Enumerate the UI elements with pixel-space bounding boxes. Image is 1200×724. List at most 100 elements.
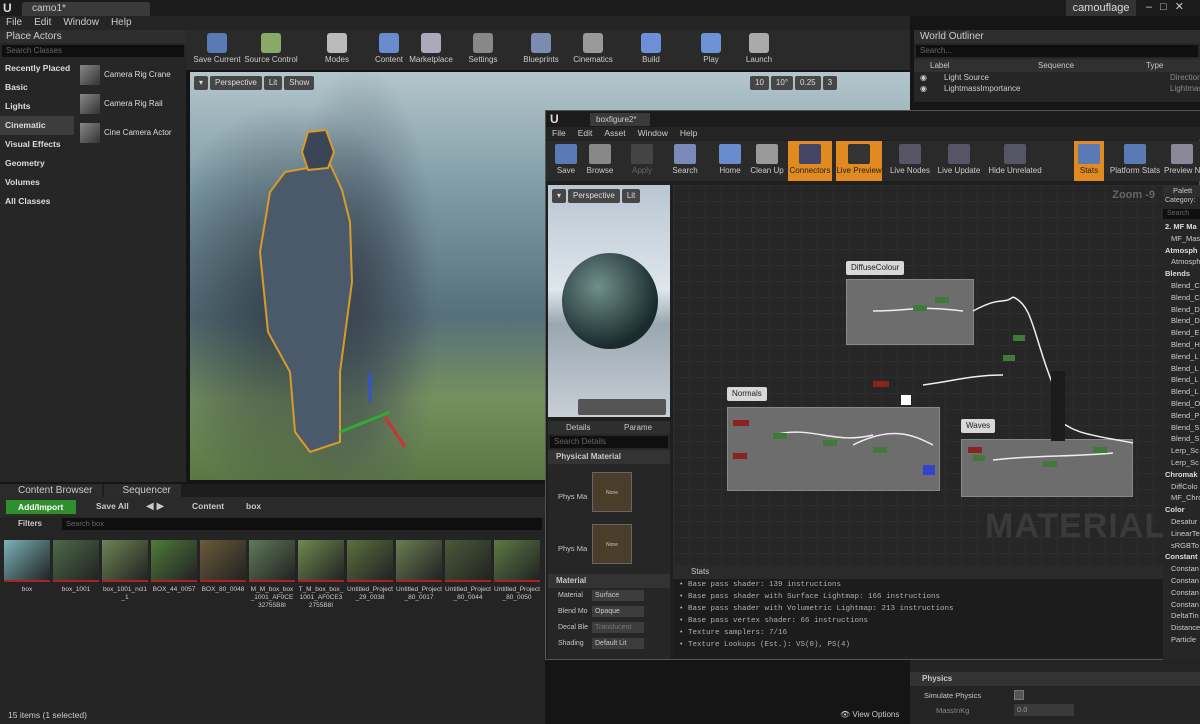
palette-item[interactable]: Atmosph [1163, 256, 1200, 268]
save-all-button[interactable]: Save All [96, 501, 129, 511]
palette-item[interactable]: Blend_C [1163, 292, 1200, 304]
filters-button[interactable]: Filters [18, 519, 42, 528]
live-nodes-button[interactable]: Live Nodes [888, 141, 932, 181]
cinematics-button[interactable]: Cinematics [566, 30, 620, 70]
palette-item[interactable]: Constan [1163, 563, 1200, 575]
preview-node-button[interactable]: Preview N [1164, 141, 1200, 181]
palette-item[interactable]: Blend_L [1163, 351, 1200, 363]
prop-shading-select[interactable]: Default Lit [592, 638, 644, 649]
palette-item[interactable]: Blend_E [1163, 327, 1200, 339]
material-preview[interactable]: ▾ Perspective Lit [548, 185, 670, 417]
live-preview-button[interactable]: Live Preview [836, 141, 882, 181]
palette-item[interactable]: Blend_P [1163, 410, 1200, 422]
palette-item[interactable]: Constan [1163, 599, 1200, 611]
col-label[interactable]: Label [930, 59, 950, 72]
category-recently-placed[interactable]: Recently Placed [0, 59, 74, 78]
eye-icon[interactable]: ◉ [920, 72, 927, 83]
palette-item[interactable]: Desatur [1163, 516, 1200, 528]
level-tab[interactable]: camo1* [22, 2, 150, 16]
actor-camera-rig-rail[interactable]: Camera Rig Rail [78, 90, 186, 118]
apply-button[interactable]: Apply [624, 141, 660, 181]
marketplace-button[interactable]: Marketplace [404, 30, 458, 70]
prop-blend-select[interactable]: Opaque [592, 606, 644, 617]
hide-unrelated-button[interactable]: Hide Unrelated [988, 141, 1042, 181]
menu-file[interactable]: File [6, 16, 22, 30]
palette-item[interactable]: DeltaTin [1163, 610, 1200, 622]
palette-item[interactable]: Blend_C [1163, 280, 1200, 292]
palette-item[interactable]: Distance [1163, 622, 1200, 634]
palette-item[interactable]: Blend_S [1163, 433, 1200, 445]
palette-item[interactable]: Blend_D [1163, 315, 1200, 327]
search-classes-input[interactable]: Search Classes [2, 45, 184, 57]
preview-lit-button[interactable]: Lit [621, 189, 641, 203]
connectors-button[interactable]: Connectors [788, 141, 832, 181]
category-volumes[interactable]: Volumes [0, 173, 74, 192]
blueprints-button[interactable]: Blueprints [514, 30, 568, 70]
simulate-physics-checkbox[interactable] [1014, 690, 1024, 700]
prop-decal-select[interactable]: Translucent [592, 622, 644, 633]
palette-category[interactable]: Blends [1163, 268, 1200, 280]
view-options-button[interactable]: 👁 View Options [840, 710, 899, 719]
section-physical-material[interactable]: Physical Material [548, 450, 670, 464]
live-update-button[interactable]: Live Update [936, 141, 982, 181]
category-visual-effects[interactable]: Visual Effects [0, 135, 74, 154]
palette-category[interactable]: Atmosph [1163, 245, 1200, 257]
editor-save-button[interactable]: Save [550, 141, 582, 181]
editor-search-button[interactable]: Search [666, 141, 704, 181]
place-actors-tab[interactable]: Place Actors [0, 30, 186, 43]
asset-tile[interactable]: BOX_80_0048 [200, 540, 246, 594]
asset-tile[interactable]: Untitled_Project_29_0038 [347, 540, 393, 602]
breadcrumb-box[interactable]: box [246, 501, 261, 511]
window-controls[interactable]: –□✕ [1140, 0, 1200, 16]
palette-search-input[interactable]: Search [1163, 209, 1200, 219]
build-button[interactable]: Build [624, 30, 678, 70]
breadcrumb-content[interactable]: Content [192, 501, 224, 511]
palette-category[interactable]: 2. MF Ma [1163, 221, 1200, 233]
col-sequence[interactable]: Sequence [1038, 59, 1074, 72]
tab-details[interactable]: Details [566, 421, 590, 434]
save-current-button[interactable]: Save Current [190, 30, 244, 70]
palette-item[interactable]: DiffColo [1163, 481, 1200, 493]
rotation-snap-value[interactable]: 10° [770, 76, 794, 90]
category-lights[interactable]: Lights [0, 97, 74, 116]
asset-tile[interactable]: Untitled_Project_80_0044 [445, 540, 491, 602]
settings-button[interactable]: Settings [456, 30, 510, 70]
palette-item[interactable]: sRGBTo [1163, 540, 1200, 552]
editor-menu-window[interactable]: Window [638, 127, 668, 140]
material-graph[interactable]: Zoom -9 DiffuseColour Normals Waves MATE… [673, 185, 1163, 565]
palette-tab[interactable]: Palett [1163, 185, 1200, 197]
outliner-row[interactable]: ◉LightmassImportanceLightmassIm [914, 83, 1200, 94]
menu-help[interactable]: Help [111, 16, 132, 30]
palette-item[interactable]: LinearTe [1163, 528, 1200, 540]
editor-menu-help[interactable]: Help [680, 127, 697, 140]
eye-icon[interactable]: ◉ [920, 83, 927, 94]
editor-menu-asset[interactable]: Asset [604, 127, 625, 140]
launch-button[interactable]: Launch [732, 30, 786, 70]
phys-mat-thumbnail[interactable]: None [592, 472, 632, 512]
show-button[interactable]: Show [284, 76, 315, 90]
palette-item[interactable]: MF_Mas [1163, 233, 1200, 245]
editor-menu-edit[interactable]: Edit [578, 127, 593, 140]
palette-item[interactable]: Blend_S [1163, 422, 1200, 434]
mass-input[interactable]: 0.0 [1014, 704, 1074, 716]
category-geometry[interactable]: Geometry [0, 154, 74, 173]
tab-sequencer[interactable]: Sequencer [104, 484, 181, 497]
actor-cine-camera[interactable]: Cine Camera Actor [78, 119, 186, 147]
camera-speed-value[interactable]: 3 [822, 76, 838, 90]
palette-category[interactable]: Color [1163, 504, 1200, 516]
asset-tile[interactable]: Untitled_Project_80_0050 [494, 540, 540, 602]
palette-item[interactable]: Blend_L [1163, 386, 1200, 398]
outliner-row[interactable]: ◉Light SourceDirectionalLi [914, 72, 1200, 83]
tab-content-browser[interactable]: Content Browser [0, 484, 103, 497]
category-basic[interactable]: Basic [0, 78, 74, 97]
asset-tile[interactable]: BOX_44_0057 [151, 540, 197, 594]
category-cinematic[interactable]: Cinematic [0, 116, 74, 135]
asset-tile[interactable]: M_M_box_box_1001_AF0CE32755B8I [249, 540, 295, 610]
stats-button[interactable]: Stats [1074, 141, 1104, 181]
category-all-classes[interactable]: All Classes [0, 192, 74, 211]
palette-item[interactable]: Blend_L [1163, 374, 1200, 386]
home-button[interactable]: Home [714, 141, 746, 181]
perspective-button[interactable]: Perspective [210, 76, 262, 90]
preview-perspective-button[interactable]: Perspective [568, 189, 620, 203]
phys-mat-thumbnail[interactable]: None [592, 524, 632, 564]
